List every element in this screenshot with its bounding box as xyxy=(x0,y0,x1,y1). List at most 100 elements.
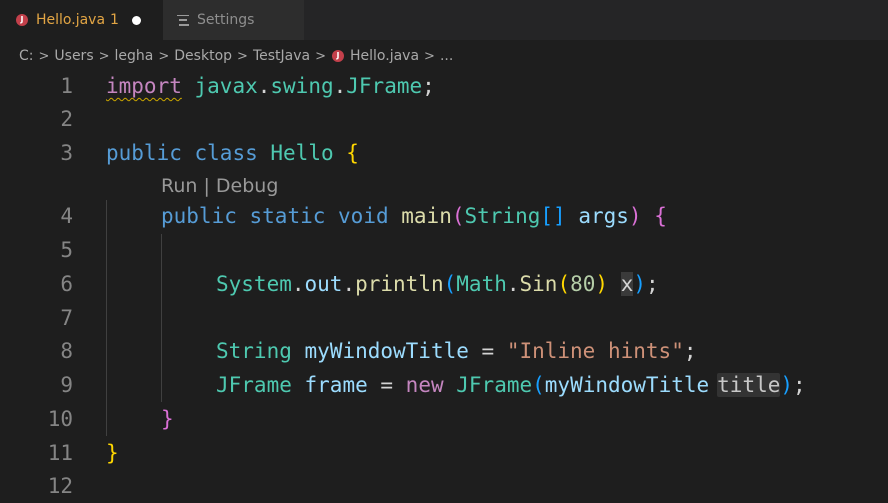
breadcrumb-item[interactable]: Users xyxy=(54,48,93,64)
chevron-right-icon: > xyxy=(38,48,50,64)
code-line[interactable]: public class Hello { xyxy=(106,137,359,170)
code-token: ( xyxy=(532,373,545,397)
code-token: [] xyxy=(540,204,566,228)
code-token: String xyxy=(216,339,292,363)
unsaved-dot-icon[interactable] xyxy=(131,15,141,25)
settings-list-icon xyxy=(177,14,189,26)
code-token: Sin xyxy=(519,272,558,296)
breadcrumb-item[interactable]: C: xyxy=(19,48,34,64)
code-token: . xyxy=(506,272,520,296)
code-line[interactable]: import javax.swing.JFrame; xyxy=(106,70,435,103)
line-number: 8 xyxy=(60,339,73,363)
code-token: x xyxy=(620,272,634,296)
chevron-right-icon: > xyxy=(315,48,326,64)
code-token: 80 xyxy=(570,272,596,296)
tab-settings[interactable]: Settings xyxy=(163,0,304,40)
code-token: public xyxy=(106,141,182,165)
code-token: String xyxy=(464,204,541,228)
code-token: } xyxy=(106,441,119,465)
indent-guide xyxy=(161,234,162,402)
code-token: javax xyxy=(194,74,258,98)
code-line[interactable]: public static void main(String[] args) { xyxy=(161,200,667,233)
chevron-right-icon: > xyxy=(237,48,248,64)
chevron-right-icon: > xyxy=(158,48,170,64)
code-line[interactable]: String myWindowTitle = "Inline hints"; xyxy=(216,335,697,368)
code-editor[interactable]: 1 2 3 4 5 6 7 8 9 10 11 12 import javax.… xyxy=(0,70,888,498)
code-token: JFrame xyxy=(456,373,533,397)
code-token: println xyxy=(355,272,444,296)
code-token: ; xyxy=(646,272,659,296)
code-line[interactable]: JFrame frame = new JFrame(myWindowTitle t… xyxy=(216,369,806,402)
code-line[interactable]: } xyxy=(106,437,119,470)
breadcrumb-item[interactable]: ... xyxy=(440,48,453,64)
code-token: args xyxy=(578,204,629,228)
line-number: 7 xyxy=(60,306,73,330)
code-token: ) xyxy=(628,204,642,228)
tab-label: Settings xyxy=(197,12,255,28)
code-token: { xyxy=(346,141,359,165)
code-token: ) xyxy=(780,373,794,397)
line-number: 3 xyxy=(60,141,73,165)
code-token: ( xyxy=(451,204,465,228)
breadcrumb-item[interactable]: Hello.java xyxy=(350,48,419,64)
code-token: frame xyxy=(304,373,368,397)
tab-hello-java[interactable]: J Hello.java 1 xyxy=(0,0,163,40)
code-token: ( xyxy=(557,272,571,296)
code-token: ; xyxy=(793,373,806,397)
tab-bar: J Hello.java 1 Settings xyxy=(0,0,888,40)
code-token: System xyxy=(216,272,292,296)
line-number: 1 xyxy=(60,74,73,98)
codelens-run-debug[interactable]: Run | Debug xyxy=(161,170,278,203)
code-token: . xyxy=(333,74,347,98)
code-token: public xyxy=(161,204,237,228)
line-number: 11 xyxy=(47,441,73,465)
line-number: 4 xyxy=(60,204,73,228)
code-token: JFrame xyxy=(346,74,423,98)
code-token: . xyxy=(257,74,271,98)
code-token: ( xyxy=(443,272,457,296)
inline-parameter-hint: title xyxy=(717,373,781,397)
line-number: 5 xyxy=(60,238,73,262)
line-number: 12 xyxy=(47,474,73,498)
code-token: = xyxy=(468,339,507,363)
code-token: Math xyxy=(456,272,507,296)
java-file-icon: J xyxy=(332,50,344,62)
code-token: new xyxy=(405,373,444,397)
code-line[interactable]: } xyxy=(161,403,174,436)
import-keyword[interactable]: import xyxy=(106,74,182,98)
code-token: myWindowTitle xyxy=(544,373,710,397)
breadcrumb-item[interactable]: TestJava xyxy=(253,48,310,64)
code-token: Hello xyxy=(270,141,334,165)
code-line[interactable]: System.out.println(Math.Sin(80) x); xyxy=(216,268,659,301)
code-token: class xyxy=(194,141,258,165)
breadcrumb: C: > Users > legha > Desktop > TestJava … xyxy=(19,46,453,66)
code-token: . xyxy=(291,272,305,296)
indent-guide xyxy=(106,200,107,436)
code-token: ; xyxy=(683,339,697,363)
code-token: swing xyxy=(270,74,334,98)
breadcrumb-item[interactable]: Desktop xyxy=(174,48,232,64)
code-token: ) xyxy=(595,272,609,296)
line-number: 9 xyxy=(60,373,73,397)
breadcrumb-item[interactable]: legha xyxy=(115,48,154,64)
code-token: } xyxy=(161,407,174,431)
code-token: static xyxy=(249,204,326,228)
chevron-right-icon: > xyxy=(98,48,110,64)
code-token: = xyxy=(367,373,406,397)
code-token: . xyxy=(342,272,356,296)
code-token: void xyxy=(338,204,389,228)
tab-label: Hello.java xyxy=(36,12,106,28)
